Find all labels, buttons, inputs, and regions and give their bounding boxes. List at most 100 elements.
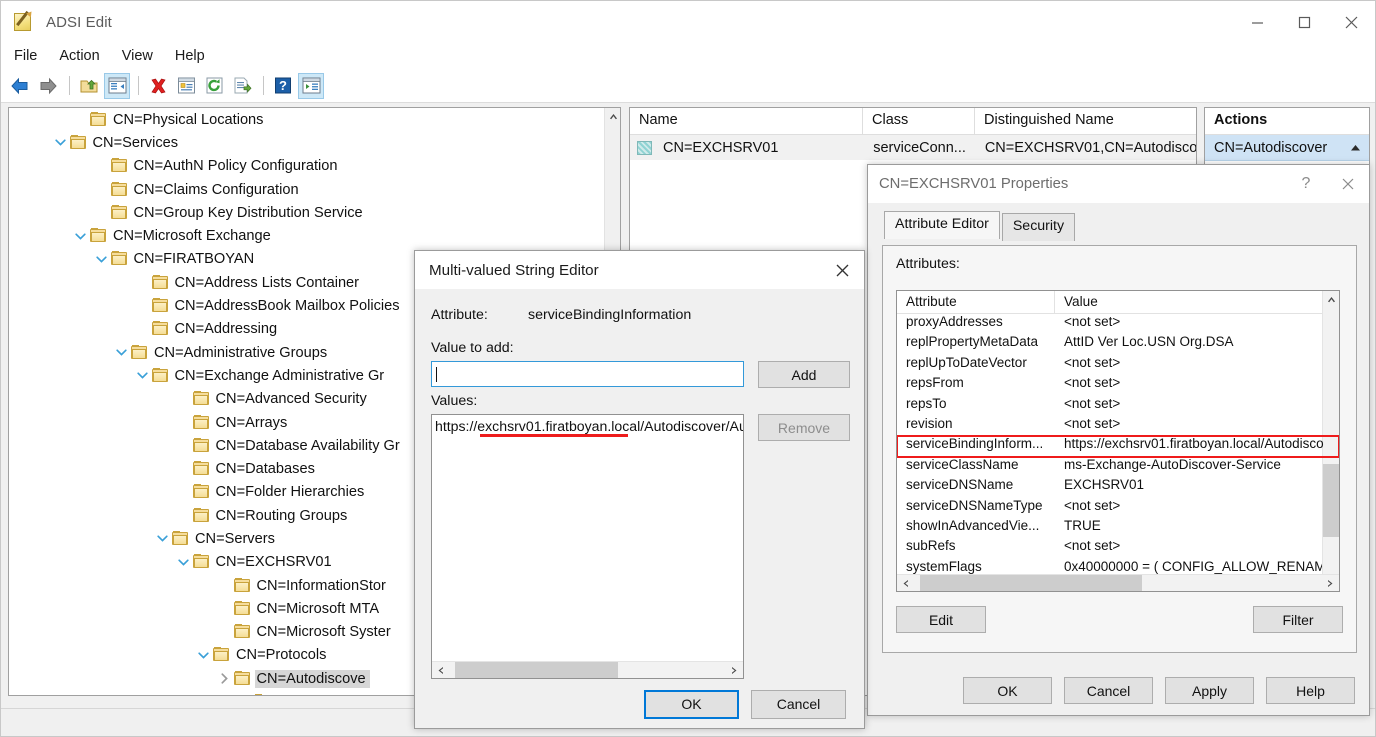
attribute-value: <not set> [1064,354,1121,370]
maximize-icon[interactable] [1281,1,1328,43]
attribute-value: <not set> [1064,375,1121,391]
values-hscroll-thumb[interactable] [455,661,618,678]
attribute-value: <not set> [1064,415,1121,431]
edit-button[interactable]: Edit [896,606,986,633]
attr-column-attribute[interactable]: Attribute [897,291,1055,313]
attribute-row[interactable]: replPropertyMetaData AttID Ver Loc.USN Or… [897,334,1339,354]
attribute-row[interactable]: replUpToDateVector <not set> [897,355,1339,375]
column-class[interactable]: Class [863,108,975,134]
column-distinguished-name[interactable]: Distinguished Name [975,108,1196,134]
tab-attribute-editor[interactable]: Attribute Editor [884,211,1000,239]
chevron-down-icon[interactable] [113,344,130,361]
string-editor-title-bar: Multi-valued String Editor [415,251,864,289]
cancel-button[interactable]: Cancel [1064,677,1153,704]
chevron-right-icon[interactable] [216,670,233,687]
back-icon[interactable] [7,73,33,99]
folder-icon [192,554,211,570]
attribute-row[interactable]: subRefs <not set> [897,538,1339,558]
scroll-right-icon[interactable] [726,662,743,679]
attribute-row[interactable]: serviceClassName ms-Exchange-AutoDiscover… [897,457,1339,477]
minimize-icon[interactable] [1234,1,1281,43]
attributes-scroll-thumb[interactable] [1323,464,1339,537]
remove-button[interactable]: Remove [758,414,850,441]
cancel-button[interactable]: Cancel [751,689,846,719]
table-row[interactable]: CN=EXCHSRV01 serviceConn... CN=EXCHSRV01… [630,135,1196,160]
attribute-row[interactable]: repsFrom <not set> [897,375,1339,395]
scroll-up-icon[interactable] [605,108,620,125]
attribute-value: <not set> [1064,314,1121,329]
up-folder-icon[interactable] [76,73,102,99]
attribute-row[interactable]: showInAdvancedVie... TRUE [897,518,1339,538]
help-icon[interactable]: ? [270,73,296,99]
folder-icon [69,134,88,151]
tree-node-label: CN=Protocols [236,647,327,664]
chevron-down-icon[interactable] [72,228,89,245]
forward-icon[interactable] [35,73,61,99]
values-horizontal-scrollbar[interactable] [432,661,743,678]
filter-button[interactable]: Filter [1253,606,1343,633]
export-list-icon[interactable] [229,73,255,99]
attribute-row[interactable]: revision <not set> [897,416,1339,436]
toolbar-separator [138,76,139,95]
tab-security[interactable]: Security [1001,213,1076,241]
attribute-row-highlighted[interactable]: serviceBindingInform... https://exchsrv01… [897,435,1339,458]
attributes-horizontal-scrollbar[interactable] [897,574,1339,591]
attribute-value: ms-Exchange-AutoDiscover-Service [1064,456,1281,472]
menu-file[interactable]: File [14,46,48,66]
help-button[interactable]: Help [1266,677,1355,704]
attribute-row[interactable]: repsTo <not set> [897,396,1339,416]
column-name[interactable]: Name [630,108,863,134]
menu-view[interactable]: View [122,46,164,66]
scroll-left-icon[interactable] [897,575,914,592]
delete-icon[interactable] [145,73,171,99]
close-icon[interactable] [820,251,864,289]
tree-node[interactable]: CN=Services [9,131,605,154]
chevron-down-icon[interactable] [195,647,212,664]
attributes-list[interactable]: Attribute Value proxyAddresses <not set> r… [896,290,1340,592]
attribute-row[interactable]: proxyAddresses <not set> [897,314,1339,334]
tree-node-label: CN=FIRATBOYAN [133,251,255,268]
collapse-caret-icon[interactable] [1350,140,1361,156]
tree-node[interactable]: CN=Group Key Distribution Service [9,201,605,224]
ok-button[interactable]: OK [644,689,739,719]
attributes-hscroll-thumb[interactable] [920,574,1142,591]
chevron-down-icon[interactable] [52,134,69,151]
chevron-down-icon[interactable] [134,367,151,384]
chevron-down-icon[interactable] [93,251,110,268]
show-action-pane-icon[interactable] [298,72,324,99]
folder-icon [151,274,170,291]
attribute-row[interactable]: serviceDNSNameType <not set> [897,498,1339,518]
attribute-value: AttID Ver Loc.USN Org.DSA [1064,334,1234,350]
close-icon[interactable] [1327,165,1369,203]
values-listbox[interactable]: https://exchsrv01.firatboyan.local/Autod… [431,414,744,679]
list-item[interactable]: https://exchsrv01.firatboyan.local/Autod… [432,415,743,437]
scroll-up-icon[interactable] [1323,291,1339,308]
folder-icon [192,461,211,477]
show-hide-tree-icon[interactable] [104,72,130,99]
menu-action[interactable]: Action [59,46,110,66]
tree-node[interactable]: CN=Microsoft Exchange [9,224,605,247]
tree-node[interactable]: CN=Claims Configuration [9,178,605,201]
actions-group-autodiscover[interactable]: CN=Autodiscover [1205,135,1369,161]
attr-column-value[interactable]: Value [1055,291,1098,313]
value-to-add-input[interactable] [431,361,744,387]
close-icon[interactable] [1328,1,1375,43]
scroll-left-icon[interactable] [432,662,449,679]
properties-icon[interactable] [173,73,199,99]
ok-button[interactable]: OK [963,677,1052,704]
refresh-icon[interactable] [201,73,227,99]
menu-help[interactable]: Help [175,46,216,66]
help-question-icon[interactable]: ? [1285,165,1327,203]
tree-node[interactable]: CN=Physical Locations [9,108,605,131]
apply-button[interactable]: Apply [1165,677,1254,704]
attribute-row[interactable]: serviceDNSName EXCHSRV01 [897,477,1339,497]
add-button[interactable]: Add [758,361,850,388]
tree-node[interactable]: CN=AuthN Policy Configuration [9,155,605,178]
folder-icon [89,228,108,244]
chevron-down-icon[interactable] [175,554,192,571]
folder-icon [192,437,211,454]
chevron-down-icon[interactable] [154,530,171,547]
scroll-right-icon[interactable] [1322,575,1339,592]
